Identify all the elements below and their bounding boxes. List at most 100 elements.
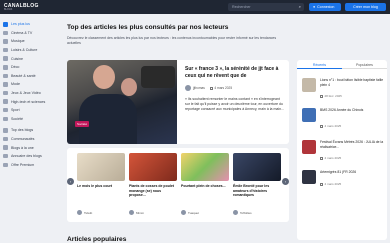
article-card[interactable]: Émile Brontë pour les amateurs d'histoir…	[233, 153, 281, 215]
people-icon	[3, 116, 8, 122]
article-card[interactable]: Pourtant plein de choses... Tuaquet	[181, 153, 229, 215]
calendar-icon	[320, 182, 323, 186]
author-name[interactable]: Tuaquet	[188, 211, 199, 215]
tab-recents[interactable]: Récents	[297, 60, 342, 69]
create-blog-button[interactable]: Créer mon blog	[345, 3, 386, 11]
sidebar-item-cuisine[interactable]: Cuisine	[0, 54, 60, 63]
article-card-image[interactable]	[129, 153, 177, 181]
image-camera	[141, 66, 175, 88]
article-card-title[interactable]: Le mois le plus court	[77, 184, 125, 189]
tab-populaires[interactable]: Populaires	[342, 60, 387, 69]
list-item[interactable]: Lions n°1 : bout bâton lisible baptiste …	[302, 78, 384, 98]
sidebar-item-top-blogs[interactable]: Top des blogs	[0, 126, 60, 135]
gamepad-icon	[3, 90, 8, 96]
sidebar-item-loisirs[interactable]: Loisirs & Culture	[0, 46, 60, 55]
heart-icon	[3, 73, 8, 79]
sidebar-item-mode[interactable]: Mode	[0, 80, 60, 89]
author-avatar[interactable]	[185, 85, 191, 91]
article-date: 4 mars 2025	[214, 86, 233, 90]
create-blog-label: Créer mon blog	[353, 5, 378, 9]
author-name[interactable]: Toffollies	[240, 211, 252, 215]
featured-article-image[interactable]	[67, 60, 177, 144]
list-item-title[interactable]: Artemigrès 81 (FR 2026	[320, 170, 384, 175]
carousel-next-button[interactable]: ›	[282, 178, 289, 185]
featured-article-excerpt: « Ils souhaitent remonter le mains conta…	[185, 97, 284, 112]
list-item-thumbnail[interactable]	[302, 170, 316, 184]
sidebar-item-deco[interactable]: Déco	[0, 63, 60, 72]
author-name[interactable]: jjthomas	[193, 86, 205, 90]
article-card-image[interactable]	[181, 153, 229, 181]
sidebar-item-cinema[interactable]: Cinéma & TV	[0, 29, 60, 38]
sidebar-item-les-plus-lus[interactable]: Les plus lus	[0, 20, 60, 29]
list-item[interactable]: BMS 2026 Année du Chinois 4 mars 2025	[302, 108, 384, 128]
article-card[interactable]: Plants de cosses de poulet monange (se) …	[129, 153, 177, 215]
author-avatar[interactable]	[77, 210, 82, 215]
list-item-thumbnail[interactable]	[302, 78, 316, 92]
sidebar-item-label: Communautés	[11, 137, 35, 142]
sidebar-item-sport[interactable]: Sport	[0, 106, 60, 115]
list-item-thumbnail[interactable]	[302, 108, 316, 122]
sidebar-item-label: Top des blogs	[11, 128, 34, 133]
sidebar-item-blogs-une[interactable]: Blogs à la une	[0, 143, 60, 152]
book-icon	[3, 153, 8, 159]
sidebar-item-beaute[interactable]: Beauté & santé	[0, 72, 60, 81]
list-item-title[interactable]: Festival Écrans Métrés 2026 : JULIA de l…	[320, 140, 384, 149]
sidebar-item-label: Les plus lus	[11, 22, 30, 27]
list-item-thumbnail[interactable]	[302, 140, 316, 154]
list-item-title[interactable]: Lions n°1 : bout bâton lisible baptiste …	[320, 78, 384, 87]
calendar-icon	[209, 86, 213, 90]
article-card-image[interactable]	[77, 153, 125, 181]
sidebar-item-premium[interactable]: Offre Premium	[0, 161, 60, 170]
sidebar-item-label: Offre Premium	[11, 162, 35, 167]
search-input[interactable]: Rechercher ⌕	[228, 3, 304, 11]
site-logo[interactable]: CANALBLOG BLOGS	[4, 3, 39, 11]
sidebar: Les plus lus Cinéma & TV Musique Loisirs…	[0, 20, 60, 169]
author-avatar[interactable]	[233, 210, 238, 215]
shirt-icon	[3, 82, 8, 87]
sidebar-item-musique[interactable]: Musique	[0, 37, 60, 46]
top-navigation-bar: CANALBLOG BLOGS Rechercher ⌕ ● Connexion…	[0, 0, 390, 14]
sidebar-item-label: High-tech et sciences	[11, 99, 46, 104]
list-item-date: 4 mars 2025	[320, 182, 341, 186]
article-card[interactable]: Le mois le plus court Tsiwitt	[77, 153, 125, 215]
list-item[interactable]: Festival Écrans Métrés 2026 : JULIA de l…	[302, 140, 384, 160]
article-card-title[interactable]: Plants de cosses de poulet monange (se) …	[129, 184, 177, 198]
sidebar-item-label: Beauté & santé	[11, 73, 36, 78]
article-card-title[interactable]: Émile Brontë pour les amateurs d'histoir…	[233, 184, 281, 198]
author-avatar[interactable]	[129, 210, 134, 215]
search-icon: ⌕	[298, 4, 301, 9]
film-icon	[3, 30, 8, 36]
author-name[interactable]: Tsiwitt	[84, 211, 92, 215]
date-text: 4 mars 2025	[324, 182, 342, 186]
calendar-icon	[320, 124, 323, 128]
sidebar-item-label: Jeux & Jeux Vidéo	[11, 91, 41, 96]
list-item[interactable]: Artemigrès 81 (FR 2026 4 mars 2025	[302, 170, 384, 190]
featured-article-title[interactable]: Sur « france 3 », la sérénité de jjt fac…	[185, 66, 285, 80]
search-placeholder: Rechercher	[232, 5, 251, 9]
article-card-meta: Tuaquet	[181, 210, 199, 215]
article-card-meta: Toffollies	[233, 210, 252, 215]
sidebar-item-label: Mode	[11, 82, 20, 87]
sidebar-item-jeux[interactable]: Jeux & Jeux Vidéo	[0, 89, 60, 98]
date-text: 4 mars 2025	[324, 156, 342, 160]
article-card-title[interactable]: Pourtant plein de choses...	[181, 184, 229, 189]
article-card-image[interactable]	[233, 153, 281, 181]
sidebar-item-label: Société	[11, 116, 23, 121]
sidebar-item-annuaire[interactable]: Annuaire des blogs	[0, 152, 60, 161]
author-name[interactable]: Mimm	[136, 211, 144, 215]
sidebar-item-societe[interactable]: Société	[0, 115, 60, 124]
chef-hat-icon	[3, 56, 8, 61]
category-badge[interactable]: Société	[75, 121, 90, 127]
group-icon	[3, 136, 8, 142]
carousel-prev-button[interactable]: ‹	[67, 178, 74, 185]
list-item-title[interactable]: BMS 2026 Année du Chinois	[320, 108, 384, 113]
sidebar-item-label: Blogs à la une	[11, 145, 34, 150]
crown-icon	[3, 162, 8, 168]
login-button[interactable]: ● Connexion	[309, 3, 341, 11]
featured-article[interactable]: Société Sur « france 3 », la sérénité de…	[67, 60, 289, 144]
home-icon	[3, 65, 8, 70]
author-avatar[interactable]	[181, 210, 186, 215]
ball-icon	[3, 107, 8, 113]
sidebar-item-high-tech[interactable]: High-tech et sciences	[0, 97, 60, 106]
sidebar-item-communautes[interactable]: Communautés	[0, 135, 60, 144]
